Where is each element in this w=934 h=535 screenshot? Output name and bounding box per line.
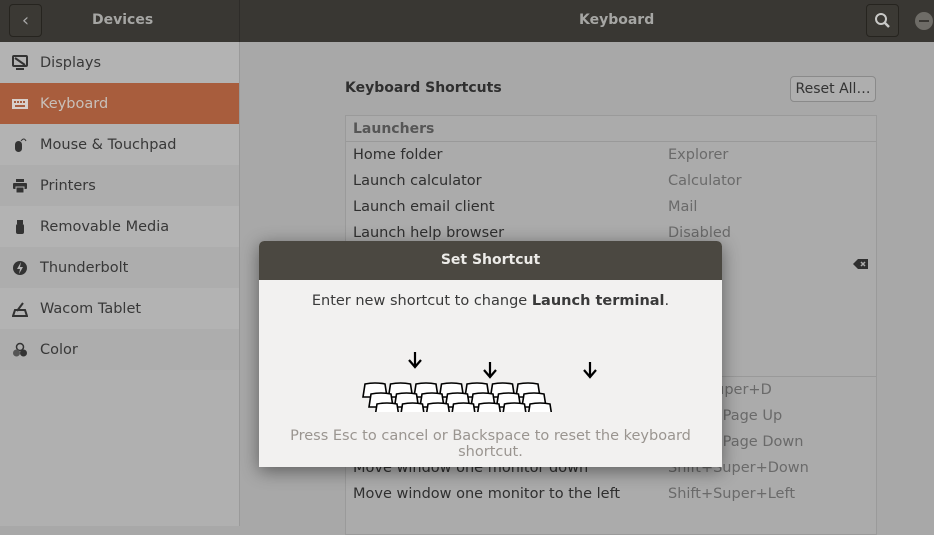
sidebar-item-mouse[interactable]: Mouse & Touchpad [0, 124, 239, 165]
list-section-header: Launchers [346, 116, 876, 142]
shortcut-name: Home folder [353, 147, 443, 163]
list-item[interactable]: Launch email client Mail [346, 194, 876, 220]
list-item[interactable]: Move window one monitor to the left Shift… [346, 481, 876, 507]
shortcut-name: Move window one monitor to the left [353, 486, 621, 502]
mouse-icon [12, 137, 28, 153]
page-title: Keyboard [579, 12, 655, 28]
set-shortcut-dialog: Set Shortcut Enter new shortcut to chang… [259, 241, 722, 467]
tablet-icon [12, 301, 28, 317]
section-title: Keyboard Shortcuts [345, 80, 502, 96]
shortcut-value: Explorer [668, 147, 729, 163]
sidebar-item-wacom[interactable]: Wacom Tablet [0, 288, 239, 329]
sidebar-item-label: Mouse & Touchpad [40, 136, 177, 153]
arrow-down-icon [583, 362, 597, 379]
reset-all-button[interactable]: Reset All… [790, 76, 876, 102]
arrow-down-icon [483, 362, 497, 379]
sidebar-item-label: Color [40, 341, 78, 358]
printer-icon [12, 178, 28, 194]
minimize-button[interactable] [915, 12, 933, 30]
sidebar-title: Devices [92, 12, 154, 28]
color-icon [12, 342, 28, 358]
sidebar-item-keyboard[interactable]: Keyboard [0, 83, 239, 124]
backspace-icon[interactable] [853, 253, 869, 279]
list-item[interactable]: Launch calculator Calculator [346, 168, 876, 194]
shortcut-name: Launch email client [353, 199, 495, 215]
sidebar-item-label: Keyboard [40, 95, 109, 112]
key-shape [451, 402, 476, 412]
shortcut-name: Launch calculator [353, 173, 482, 189]
display-icon [12, 54, 28, 71]
key-shape [374, 402, 400, 412]
search-icon [875, 13, 890, 28]
sidebar-item-printers[interactable]: Printers [0, 165, 239, 206]
sidebar-item-thunderbolt[interactable]: Thunderbolt [0, 247, 239, 288]
list-item[interactable]: Home folder Explorer [346, 142, 876, 168]
shortcut-value: Shift+Super+Left [668, 486, 796, 502]
message-suffix: . [664, 293, 670, 309]
sidebar-item-label: Thunderbolt [40, 259, 129, 276]
sidebar-item-label: Printers [40, 177, 96, 194]
sidebar-item-removable-media[interactable]: Removable Media [0, 206, 239, 247]
dialog-message: Enter new shortcut to change Launch term… [259, 293, 722, 309]
sidebar-item-label: Removable Media [40, 218, 170, 235]
key-shape [425, 402, 451, 412]
search-button[interactable] [866, 4, 899, 37]
keyboard-icon [12, 96, 28, 112]
shortcut-target: Launch terminal [531, 293, 665, 309]
shortcut-value: Calculator [668, 173, 742, 189]
dialog-title: Set Shortcut [259, 241, 722, 280]
sidebar: Displays Keyboard Mouse & Touchpad Print… [0, 42, 240, 526]
arrow-down-icon [408, 352, 422, 369]
shortcut-value: Mail [668, 199, 698, 215]
key-shape [527, 402, 553, 412]
sidebar-header: ‹ Devices [0, 0, 240, 42]
sidebar-item-color[interactable]: Color [0, 329, 239, 370]
thunderbolt-icon [12, 260, 28, 276]
key-shape [400, 402, 425, 412]
dialog-hint: Press Esc to cancel or Backspace to rese… [290, 428, 691, 460]
sidebar-item-label: Displays [40, 54, 102, 71]
sidebar-item-label: Wacom Tablet [40, 300, 142, 317]
key-shape [476, 402, 502, 412]
back-button[interactable]: ‹ [9, 4, 42, 37]
keyboard-illustration [362, 352, 597, 412]
usb-icon [12, 219, 28, 235]
message-text: Enter new shortcut to change [311, 293, 532, 309]
key-shape [502, 402, 527, 412]
sidebar-item-displays[interactable]: Displays [0, 42, 239, 83]
header-bar: ‹ Devices Keyboard [0, 0, 934, 42]
